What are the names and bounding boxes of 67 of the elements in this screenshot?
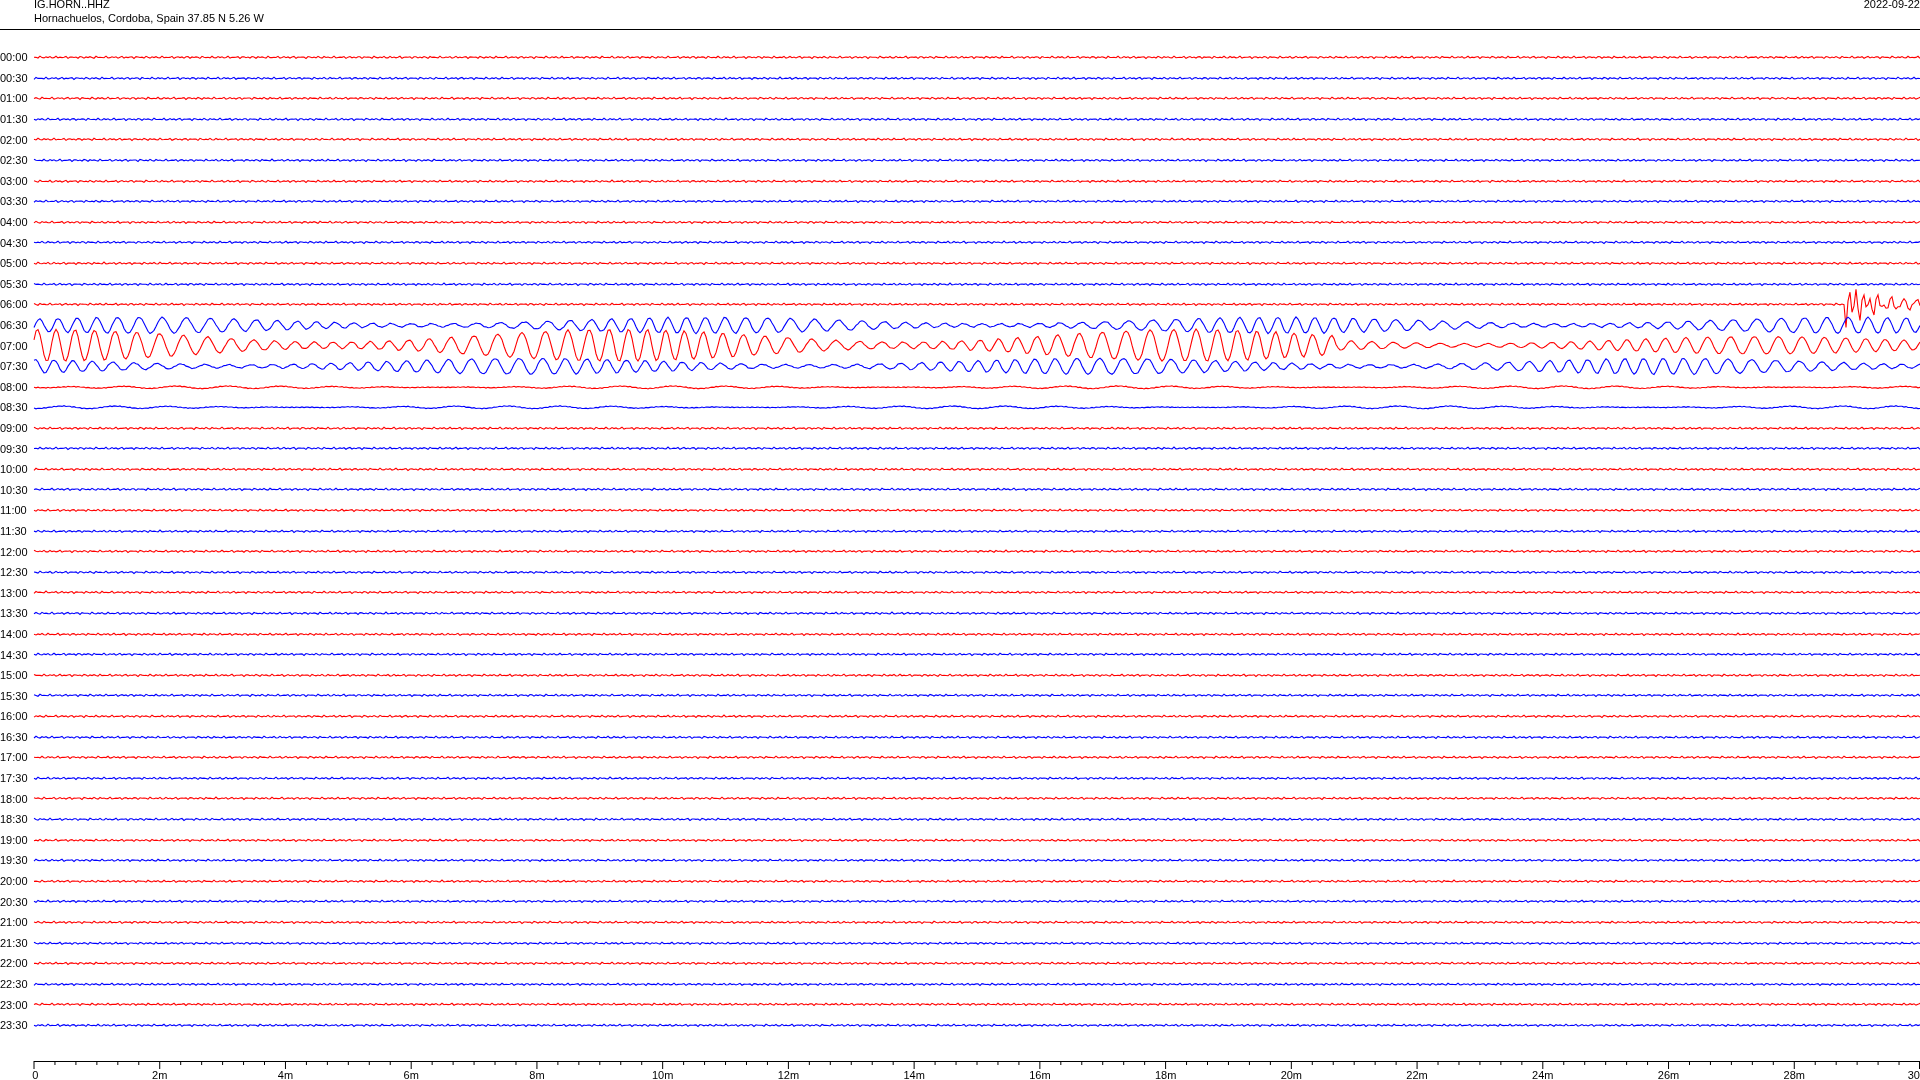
time-label: 03:30 — [0, 195, 29, 208]
time-label: 23:30 — [0, 1019, 29, 1032]
axis-label: 10m — [651, 1068, 674, 1080]
axis-label: 4m — [277, 1068, 294, 1080]
time-label: 17:00 — [0, 751, 29, 764]
axis-label: 28m — [1783, 1068, 1805, 1080]
time-label: 09:00 — [0, 422, 29, 434]
time-label: 23:00 — [0, 998, 29, 1011]
time-label: 07:00 — [0, 339, 29, 352]
time-label: 04:00 — [0, 216, 29, 229]
time-label: 08:00 — [0, 380, 29, 393]
axis-label: 24m — [1532, 1068, 1554, 1080]
station-code: IG.HORN..HHZ — [34, 0, 111, 11]
time-label: 20:30 — [0, 895, 29, 908]
time-label: 01:30 — [0, 113, 29, 126]
time-label: 21:30 — [0, 936, 29, 949]
time-label: 14:30 — [0, 648, 29, 661]
time-label: 21:00 — [0, 916, 29, 929]
time-label: 09:30 — [0, 442, 29, 455]
plot-date: 2022-09-22 — [1863, 0, 1920, 12]
time-label: 02:00 — [0, 133, 29, 146]
time-label: 15:00 — [0, 669, 29, 682]
time-label: 16:00 — [0, 710, 29, 723]
time-label: 18:00 — [0, 792, 29, 805]
time-label: 06:00 — [0, 298, 29, 311]
axis-label: 16m — [1029, 1068, 1051, 1080]
time-label: 03:00 — [0, 174, 29, 187]
time-label: 00:00 — [0, 51, 29, 64]
time-label: 06:30 — [0, 319, 29, 331]
time-label: 11:00 — [0, 504, 28, 517]
time-label: 19:00 — [0, 833, 29, 846]
time-label: 05:00 — [0, 257, 29, 270]
station-location: Hornachuelos, Cordoba, Spain 37.85 N 5.26 W — [34, 11, 264, 25]
time-label: 04:30 — [0, 236, 29, 249]
axis-label: 14m — [903, 1068, 925, 1080]
time-label: 10:30 — [0, 483, 29, 496]
axis-label: 0 — [32, 1068, 39, 1080]
time-label: 07:30 — [0, 360, 29, 373]
axis-label: 6m — [403, 1068, 419, 1080]
time-label: 12:30 — [0, 566, 29, 579]
time-label: 01:00 — [0, 92, 29, 105]
time-label: 22:00 — [0, 957, 29, 970]
time-label: 10:00 — [0, 463, 29, 476]
axis-label: 26m — [1657, 1068, 1680, 1080]
axis-label: 18m — [1154, 1068, 1177, 1080]
time-label: 14:00 — [0, 627, 29, 640]
axis-label: 22m — [1406, 1068, 1428, 1080]
axis-label: 8m — [529, 1068, 545, 1080]
axis-label: 12m — [777, 1068, 800, 1080]
time-label: 12:00 — [0, 545, 29, 558]
time-label: 08:30 — [0, 401, 29, 414]
time-label: 22:30 — [0, 978, 29, 990]
time-label: 19:30 — [0, 854, 29, 867]
axis-label: 2m — [152, 1068, 168, 1080]
time-label: 17:30 — [0, 772, 29, 785]
time-label: 02:30 — [0, 154, 29, 167]
time-label: 15:30 — [0, 689, 29, 702]
time-label: 00:30 — [0, 71, 29, 84]
axis-label: 30 — [1907, 1068, 1920, 1080]
time-label: 13:30 — [0, 607, 29, 620]
time-label: 20:00 — [0, 875, 29, 888]
time-label: 11:30 — [0, 524, 28, 537]
time-label: 16:30 — [0, 730, 29, 743]
time-label: 18:30 — [0, 813, 29, 826]
time-label: 05:30 — [0, 277, 29, 290]
time-label: 13:00 — [0, 586, 29, 599]
axis-label: 20m — [1280, 1068, 1303, 1080]
